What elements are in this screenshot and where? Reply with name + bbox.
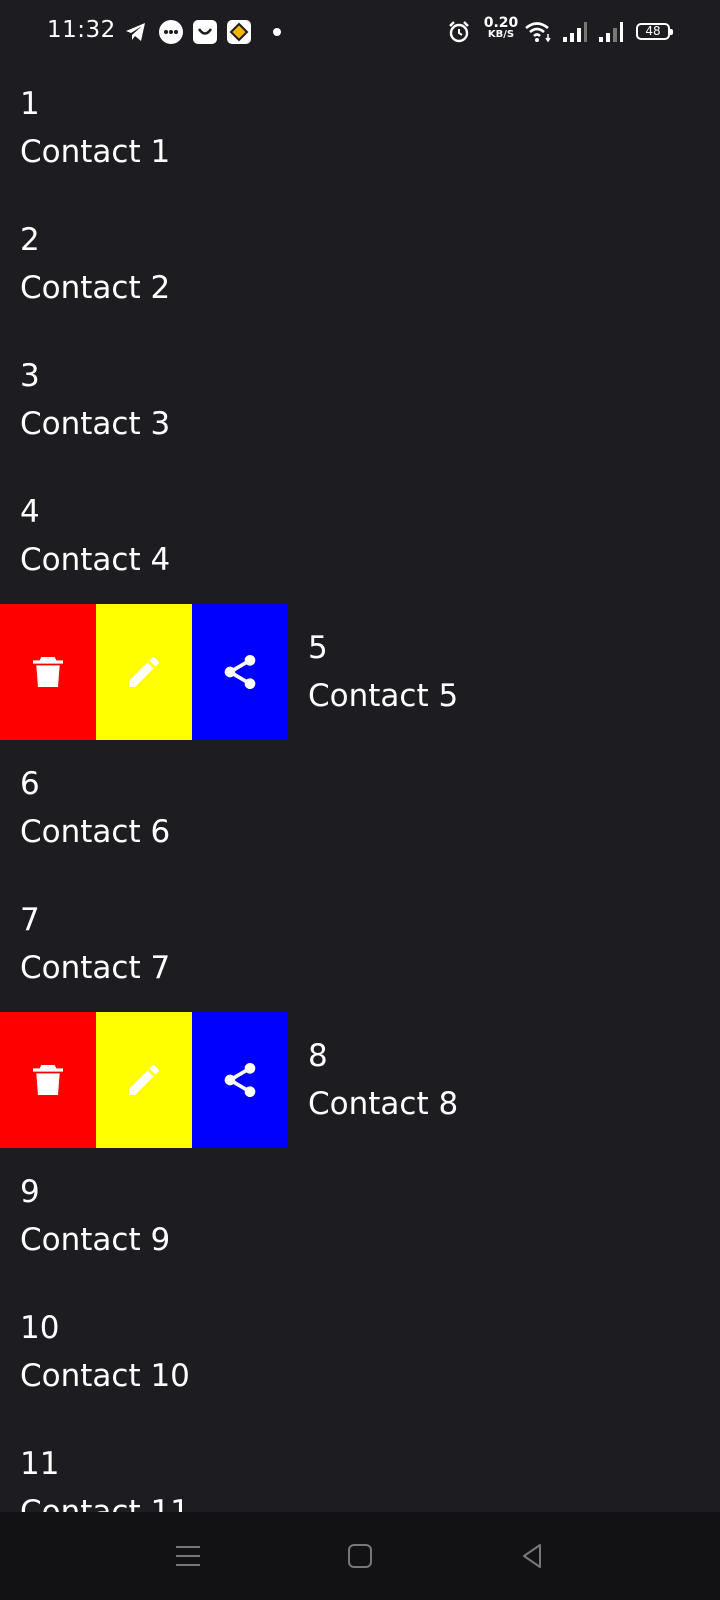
- contact-text: 8 Contact 8: [308, 1032, 458, 1128]
- contact-row[interactable]: 3 Contact 3: [0, 332, 720, 468]
- contact-number: 4: [20, 494, 40, 530]
- diamond-app-icon: [227, 20, 251, 44]
- contact-text: 4 Contact 4: [20, 488, 170, 584]
- navigation-bar: [0, 1512, 720, 1600]
- contact-number: 1: [20, 86, 40, 122]
- contact-text: 10 Contact 10: [20, 1304, 190, 1400]
- menu-icon[interactable]: [172, 1540, 204, 1572]
- battery-indicator: 48: [636, 23, 673, 40]
- contact-text: 11 Contact 11: [20, 1440, 190, 1512]
- trash-icon: [33, 1065, 63, 1095]
- contact-row[interactable]: 11 Contact 11: [0, 1420, 720, 1512]
- contact-list[interactable]: 1 Contact 1 2 Contact 2 3 Contact 3 4 Contact 4…: [0, 64, 720, 1512]
- contact-number: 7: [20, 902, 40, 938]
- contact-number: 6: [20, 766, 40, 802]
- contact-name: Contact 5: [308, 678, 459, 714]
- contact-name: Contact 3: [20, 406, 171, 442]
- contact-row[interactable]: 4 Contact 4: [0, 468, 720, 604]
- back-icon[interactable]: [516, 1540, 548, 1572]
- contact-number: 2: [20, 222, 40, 258]
- signal-icon: [563, 22, 587, 42]
- contact-number: 10: [20, 1310, 60, 1346]
- contact-number: 9: [20, 1174, 40, 1210]
- edit-button[interactable]: [96, 604, 192, 740]
- contact-row[interactable]: 7 Contact 7: [0, 876, 720, 1012]
- swipe-actions: [0, 1012, 288, 1148]
- contact-row[interactable]: 1 Contact 1: [0, 64, 720, 196]
- contact-name: Contact 11: [20, 1494, 190, 1512]
- contact-text: 3 Contact 3: [20, 352, 170, 448]
- contact-text: 1 Contact 1: [20, 80, 170, 176]
- contact-name: Contact 8: [308, 1086, 459, 1122]
- app-icon: [193, 20, 217, 44]
- contact-text: 7 Contact 7: [20, 896, 170, 992]
- pencil-icon: [129, 1064, 160, 1095]
- wifi-icon: [525, 22, 551, 43]
- share-icon: [224, 655, 256, 689]
- trash-icon: [33, 657, 63, 687]
- delete-button[interactable]: [0, 604, 96, 740]
- more-dot-icon: [273, 28, 281, 36]
- contact-row[interactable]: 6 Contact 6: [0, 740, 720, 876]
- contact-number: 3: [20, 358, 40, 394]
- contact-row[interactable]: 8 Contact 8: [0, 1012, 720, 1148]
- status-bar: 11:32 0.20 KB/S 48: [0, 0, 720, 64]
- messages-icon: [159, 20, 183, 44]
- contact-name: Contact 10: [20, 1358, 190, 1394]
- contact-row[interactable]: 2 Contact 2: [0, 196, 720, 332]
- contact-row[interactable]: 5 Contact 5: [0, 604, 720, 740]
- share-button[interactable]: [192, 604, 288, 740]
- delete-button[interactable]: [0, 1012, 96, 1148]
- contact-name: Contact 2: [20, 270, 171, 306]
- share-button[interactable]: [192, 1012, 288, 1148]
- home-icon[interactable]: [344, 1540, 376, 1572]
- contact-number: 8: [308, 1038, 328, 1074]
- alarm-icon: [449, 21, 469, 43]
- contact-text: 2 Contact 2: [20, 216, 170, 312]
- contact-name: Contact 6: [20, 814, 171, 850]
- net-speed: 0.20 KB/S: [482, 15, 520, 41]
- contact-name: Contact 7: [20, 950, 171, 986]
- edit-button[interactable]: [96, 1012, 192, 1148]
- share-icon: [224, 1063, 256, 1097]
- contact-text: 5 Contact 5: [308, 624, 458, 720]
- contact-row[interactable]: 10 Contact 10: [0, 1284, 720, 1420]
- contact-text: 9 Contact 9: [20, 1168, 170, 1264]
- contact-name: Contact 9: [20, 1222, 171, 1258]
- net-speed-value: 0.20: [483, 15, 519, 31]
- pencil-icon: [129, 656, 160, 687]
- contact-name: Contact 1: [20, 134, 171, 170]
- contact-number: 11: [20, 1446, 60, 1482]
- swipe-actions: [0, 604, 288, 740]
- status-time: 11:32: [47, 17, 116, 43]
- telegram-icon: [126, 23, 145, 41]
- signal-icon-2: [599, 22, 623, 42]
- contact-name: Contact 4: [20, 542, 171, 578]
- contact-text: 6 Contact 6: [20, 760, 170, 856]
- contact-row[interactable]: 9 Contact 9: [0, 1148, 720, 1284]
- contact-number: 5: [308, 630, 328, 666]
